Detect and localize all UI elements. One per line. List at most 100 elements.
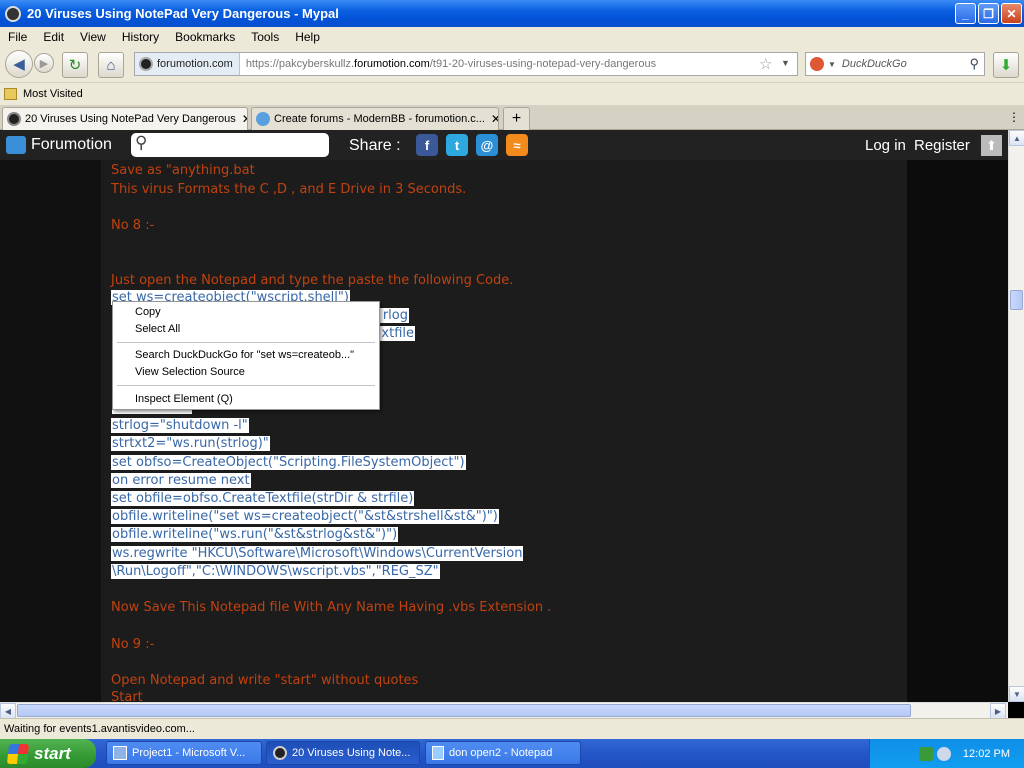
back-arrow-icon: ◀ bbox=[13, 56, 25, 73]
menu-tools[interactable]: Tools bbox=[243, 30, 287, 44]
email-icon[interactable]: @ bbox=[476, 134, 498, 156]
menu-bar: File Edit View History Bookmarks Tools H… bbox=[0, 27, 1024, 47]
reload-button[interactable]: ↻ bbox=[62, 52, 88, 78]
back-button[interactable]: ◀ bbox=[5, 50, 33, 78]
download-arrow-icon: ⬇ bbox=[999, 57, 1013, 74]
taskbar-item[interactable]: Project1 - Microsoft V... bbox=[106, 741, 262, 765]
tab-favicon-icon bbox=[7, 112, 21, 126]
url-path: /t91-20-viruses-using-notepad-very-dange… bbox=[429, 58, 657, 70]
scroll-down-icon[interactable]: ▼ bbox=[1009, 686, 1024, 702]
scroll-top-icon[interactable]: ⬆ bbox=[981, 135, 1002, 156]
post-line: Now Save This Notepad file With Any Name… bbox=[111, 600, 552, 615]
horizontal-scrollbar[interactable]: ◀ ▶ bbox=[0, 702, 1008, 719]
taskbar-item-label: don open2 - Notepad bbox=[449, 747, 553, 759]
selected-code-line: set obfile=obfso.CreateTextfile(strDir &… bbox=[111, 491, 415, 506]
forumotion-search-input[interactable]: ⚲ bbox=[131, 133, 329, 157]
post-line: No 9 :- bbox=[111, 637, 155, 652]
register-link[interactable]: Register bbox=[914, 137, 970, 154]
reload-icon: ↻ bbox=[68, 57, 82, 74]
tab-inactive[interactable]: Create forums - ModernBB - forumotion.c.… bbox=[251, 107, 499, 130]
share-label: Share : bbox=[349, 137, 401, 154]
taskbar-item[interactable]: don open2 - Notepad bbox=[425, 741, 581, 765]
selected-code-line: \Run\Logoff","C:\WINDOWS\wscript.vbs","R… bbox=[111, 564, 440, 579]
tab-label: 20 Viruses Using NotePad Very Dangerous bbox=[25, 113, 236, 125]
scroll-up-icon[interactable]: ▲ bbox=[1009, 130, 1024, 146]
volume-icon[interactable] bbox=[936, 746, 951, 761]
context-menu: Copy Select All Search DuckDuckGo for "s… bbox=[112, 301, 380, 410]
login-link[interactable]: Log in bbox=[865, 137, 906, 154]
search-icon[interactable]: ⚲ bbox=[969, 56, 979, 72]
url-dropdown-icon[interactable]: ▼ bbox=[781, 58, 790, 68]
tab-label: Create forums - ModernBB - forumotion.c.… bbox=[274, 113, 485, 125]
home-button[interactable]: ⌂ bbox=[98, 52, 124, 78]
duckduckgo-icon[interactable] bbox=[810, 57, 824, 71]
menu-separator bbox=[117, 342, 375, 343]
post-line: Save as "anything.bat bbox=[111, 163, 255, 178]
plus-icon: + bbox=[511, 110, 522, 127]
tab-overflow-icon[interactable]: ⋮ bbox=[1008, 110, 1020, 124]
mypal-app-icon bbox=[273, 746, 287, 760]
menu-bookmarks[interactable]: Bookmarks bbox=[167, 30, 243, 44]
system-tray: 12:02 PM bbox=[869, 739, 1024, 768]
site-identity-button[interactable]: forumotion.com bbox=[135, 53, 240, 75]
close-button[interactable]: ✕ bbox=[1001, 3, 1022, 24]
selected-code-line: ws.regwrite "HKCU\Software\Microsoft\Win… bbox=[111, 546, 524, 561]
tab-active[interactable]: 20 Viruses Using NotePad Very Dangerous … bbox=[2, 107, 248, 130]
forward-arrow-icon: ▶ bbox=[39, 57, 49, 70]
menu-item-view-selection-source[interactable]: View Selection Source bbox=[135, 366, 245, 378]
menu-item-copy[interactable]: Copy bbox=[135, 306, 161, 318]
url-text[interactable]: https://pakcyberskullz.forumotion.com/t9… bbox=[240, 58, 656, 70]
scroll-right-icon[interactable]: ▶ bbox=[990, 703, 1006, 719]
menu-view[interactable]: View bbox=[72, 30, 114, 44]
start-button[interactable]: start bbox=[0, 739, 96, 768]
minimize-button[interactable]: _ bbox=[955, 3, 976, 24]
clock[interactable]: 12:02 PM bbox=[963, 748, 1010, 760]
scroll-left-icon[interactable]: ◀ bbox=[0, 703, 16, 719]
menu-help[interactable]: Help bbox=[287, 30, 328, 44]
taskbar-item-label: Project1 - Microsoft V... bbox=[132, 747, 246, 759]
scrollbar-thumb[interactable] bbox=[17, 704, 911, 717]
start-label: start bbox=[34, 743, 71, 763]
downloads-button[interactable]: ⬇ bbox=[993, 52, 1019, 78]
menu-file[interactable]: File bbox=[0, 30, 35, 44]
selected-code-line: obfile.writeline("set ws=createobject("&… bbox=[111, 509, 499, 524]
bookmark-most-visited[interactable]: Most Visited bbox=[23, 88, 83, 100]
menu-item-inspect-element[interactable]: Inspect Element (Q) bbox=[135, 393, 233, 405]
selected-code-line: on error resume next bbox=[111, 473, 251, 488]
selected-code-line: obfile.writeline("ws.run("&st&strlog&st&… bbox=[111, 527, 399, 542]
right-margin bbox=[907, 160, 1008, 702]
forward-button[interactable]: ▶ bbox=[34, 53, 54, 73]
taskbar-item-active[interactable]: 20 Viruses Using Note... bbox=[266, 741, 420, 765]
bookmark-star-icon[interactable]: ☆ bbox=[759, 55, 772, 73]
notepad-icon bbox=[432, 746, 444, 760]
menu-item-select-all[interactable]: Select All bbox=[135, 323, 180, 335]
search-bar[interactable]: ▼ DuckDuckGo ⚲ bbox=[805, 52, 985, 76]
site-favicon-icon bbox=[139, 57, 153, 71]
post-line: Start bbox=[111, 690, 143, 702]
twitter-icon[interactable]: t bbox=[446, 134, 468, 156]
search-icon: ⚲ bbox=[135, 133, 148, 152]
menu-edit[interactable]: Edit bbox=[35, 30, 72, 44]
menu-history[interactable]: History bbox=[114, 30, 167, 44]
rss-icon[interactable]: ≈ bbox=[506, 134, 528, 156]
site-identity-label: forumotion.com bbox=[157, 58, 233, 70]
post-line: Just open the Notepad and type the paste… bbox=[111, 273, 514, 288]
vertical-scrollbar[interactable]: ▲ ▼ bbox=[1008, 130, 1024, 702]
network-icon[interactable] bbox=[918, 746, 933, 761]
selected-code-line: set obfso=CreateObject("Scripting.FileSy… bbox=[111, 455, 466, 470]
facebook-icon[interactable]: f bbox=[416, 134, 438, 156]
title-bar: 20 Viruses Using NotePad Very Dangerous … bbox=[0, 0, 1024, 27]
forumotion-brand[interactable]: Forumotion bbox=[31, 136, 112, 154]
search-engine-dropdown-icon[interactable]: ▼ bbox=[828, 60, 836, 69]
close-tab-icon[interactable]: ✕ bbox=[485, 112, 498, 126]
scrollbar-thumb[interactable] bbox=[1010, 290, 1023, 310]
url-bar[interactable]: forumotion.com https://pakcyberskullz.fo… bbox=[134, 52, 798, 76]
selected-code-line: strtxt2="ws.run(strlog)" bbox=[111, 436, 270, 451]
taskbar-item-label: 20 Viruses Using Note... bbox=[292, 747, 411, 759]
new-tab-button[interactable]: + bbox=[503, 107, 530, 130]
restore-button[interactable]: ❐ bbox=[978, 3, 999, 24]
menu-item-search-duckduckgo[interactable]: Search DuckDuckGo for "set ws=createob..… bbox=[135, 349, 354, 361]
search-input[interactable]: DuckDuckGo bbox=[842, 58, 907, 70]
close-tab-icon[interactable]: ✕ bbox=[236, 112, 247, 126]
url-domain: forumotion.com bbox=[354, 58, 430, 70]
